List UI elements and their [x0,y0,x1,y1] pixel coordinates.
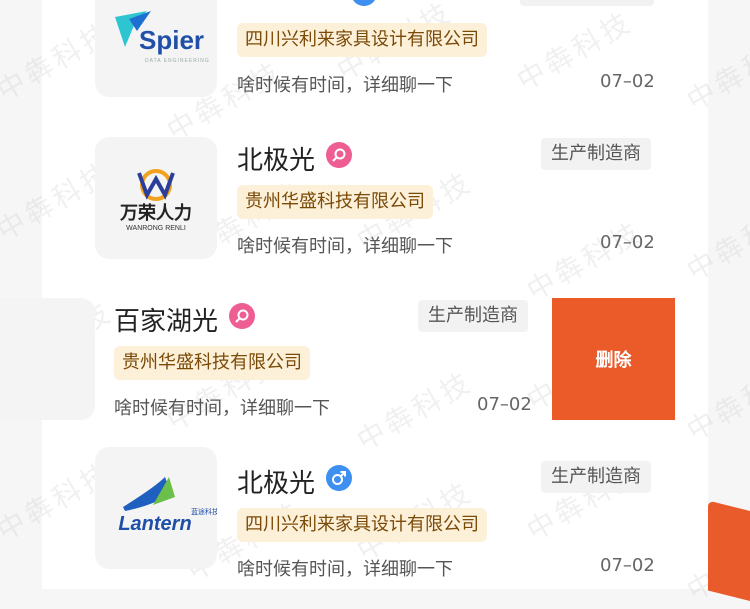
company-badge: 贵州华盛科技有限公司 [114,346,310,380]
floating-action-shape[interactable] [708,500,750,606]
company-logo: 万荣人力 WANRONG RENLI [95,137,217,259]
company-badge: 贵州华盛科技有限公司 [237,185,433,219]
logo-brand-text: Spier [139,25,204,55]
logo-brand-text: 万荣人力 [119,202,192,224]
logo-brand-text: Lantern [118,513,191,535]
logo-caption-text: 蓝途科技 [191,507,217,516]
message-date: 07–02 [600,555,655,576]
company-logo [0,298,95,420]
delete-button[interactable]: 删除 [552,298,675,420]
female-icon [229,303,255,329]
company-logo: Spier DATA ENGINEERING [95,0,217,97]
company-logo: Lantern 蓝途科技 [95,447,217,569]
last-message: 啥时候有时间，详细聊一下 [114,398,330,419]
contact-name: 百家湖光 [114,307,219,337]
male-icon [326,465,352,491]
message-date: 07–02 [477,394,532,415]
logo-caption-text: DATA ENGINEERING [145,58,210,64]
contact-name: 北极光 [237,146,316,176]
message-date: 07–02 [600,232,655,253]
category-tag: 生产制造商 [541,138,651,170]
contact-name: 北极光 [237,469,316,499]
logo-caption-text: WANRONG RENLI [126,225,186,232]
message-date: 07–02 [600,71,655,92]
category-tag: 生产制造商 [541,461,651,493]
category-tag [520,0,654,6]
company-badge: 四川兴利来家具设计有限公司 [237,508,487,542]
category-tag: 生产制造商 [418,300,528,332]
last-message: 啥时候有时间，详细聊一下 [237,559,453,580]
company-badge: 四川兴利来家具设计有限公司 [237,23,487,57]
last-message: 啥时候有时间，详细聊一下 [237,236,453,257]
last-message: 啥时候有时间，详细聊一下 [237,75,453,96]
female-icon [326,142,352,168]
